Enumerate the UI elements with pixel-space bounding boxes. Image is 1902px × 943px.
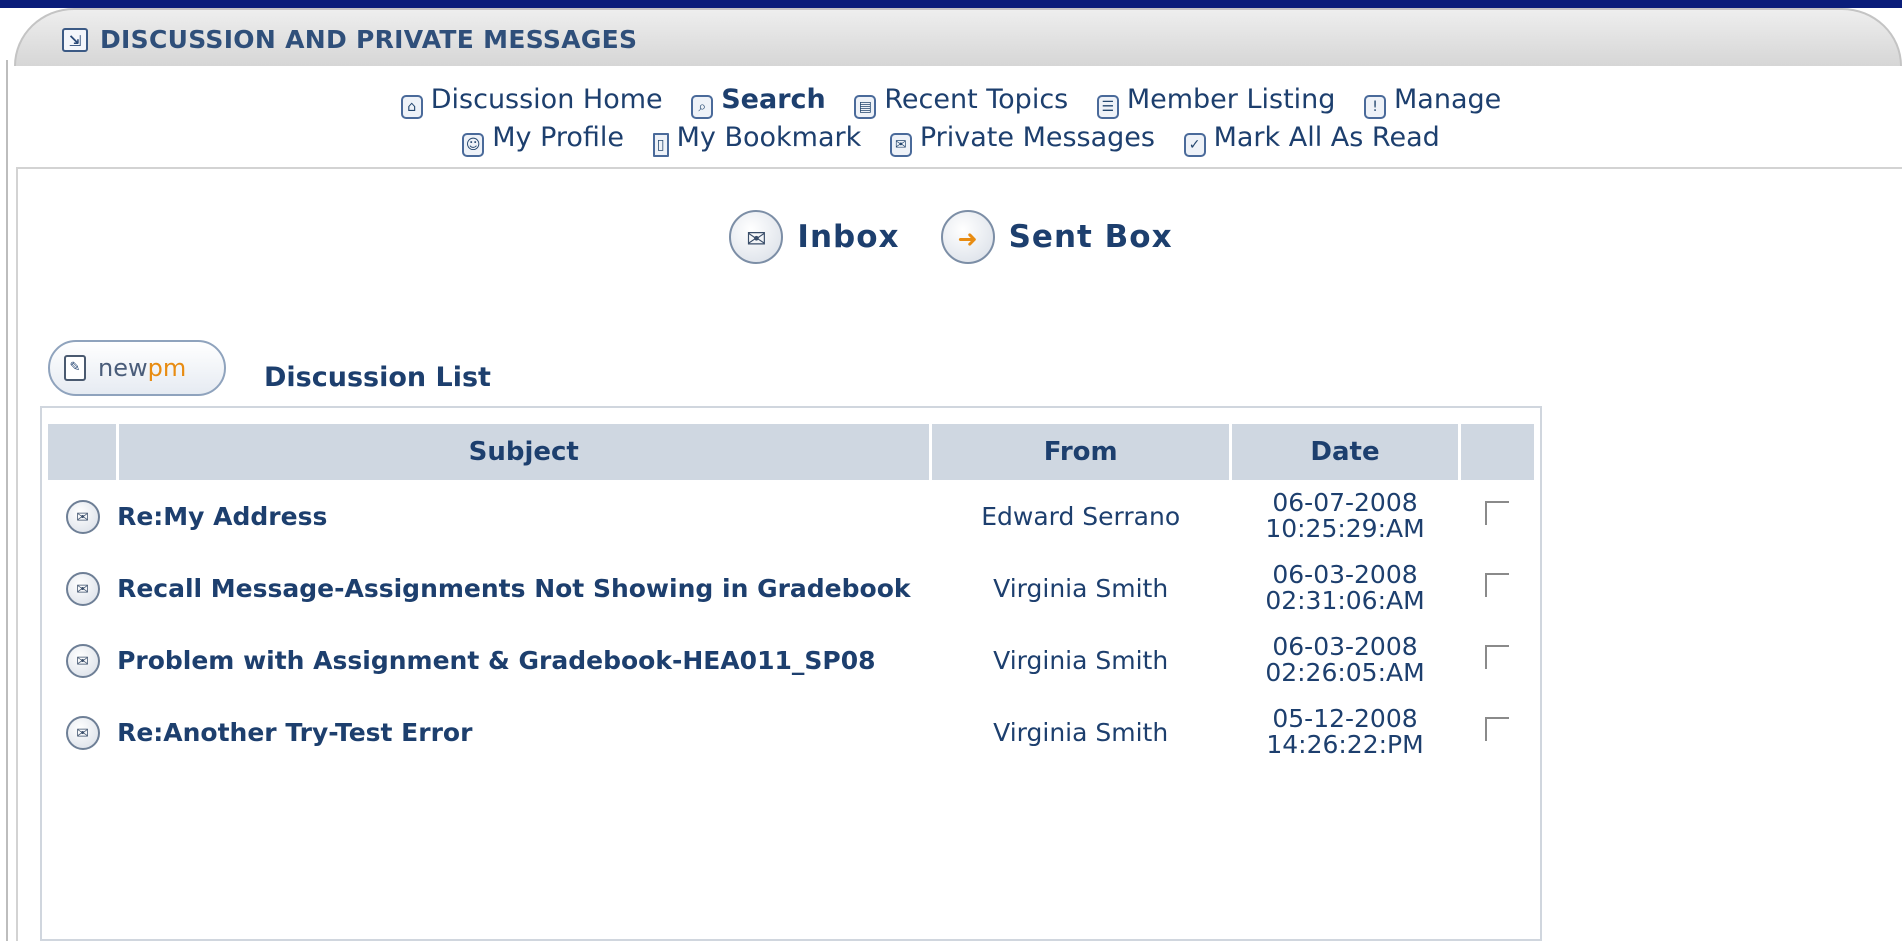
- message-subject-link[interactable]: Problem with Assignment & Gradebook-HEA0…: [117, 624, 930, 696]
- message-date-day: 05-12-2008: [1272, 704, 1418, 733]
- header-from[interactable]: From: [930, 424, 1233, 480]
- nav-label: Search: [721, 84, 826, 115]
- sent-box-label: Sent Box: [1008, 219, 1173, 255]
- message-from: Virginia Smith: [993, 717, 1169, 747]
- select-checkbox[interactable]: [1484, 501, 1509, 525]
- message-subject-link[interactable]: Recall Message-Assignments Not Showing i…: [117, 552, 930, 624]
- home-icon: ⌂: [400, 95, 423, 119]
- arrow-right-icon: ➜: [940, 210, 995, 264]
- checkmark-icon: ✓: [1183, 133, 1206, 157]
- nav-label: Private Messages: [919, 122, 1155, 153]
- member-list-icon: ☰: [1096, 95, 1119, 119]
- compose-icon: ✎: [64, 355, 86, 381]
- nav-member-listing[interactable]: ☰ Member Listing: [1096, 84, 1336, 119]
- message-date-day: 06-03-2008: [1272, 632, 1418, 661]
- discussion-list-title: Discussion List: [264, 362, 491, 393]
- message-date: 06-07-2008 10:25:29:AM: [1231, 480, 1459, 552]
- profile-icon: ☺: [462, 133, 485, 157]
- nav-row-2: ☺ My Profile ▯ My Bookmark ✉ Private Messag…: [0, 122, 1902, 157]
- message-date-time: 10:25:29:AM: [1265, 514, 1425, 543]
- message-from: Virginia Smith: [993, 645, 1169, 675]
- new-pm-label-pm: pm: [147, 354, 187, 382]
- message-subject-link[interactable]: Re:My Address: [117, 480, 930, 552]
- message-icon: ✉: [65, 643, 100, 678]
- inbox-label: Inbox: [797, 219, 900, 255]
- table-row: ✉ Re:Another Try-Test Error Virginia Smi…: [48, 696, 1534, 768]
- nav-label: Mark All As Read: [1213, 122, 1440, 153]
- table-row: ✉ Problem with Assignment & Gradebook-HE…: [48, 624, 1534, 696]
- message-date: 06-03-2008 02:31:06:AM: [1231, 552, 1459, 624]
- message-subject-link[interactable]: Re:Another Try-Test Error: [117, 696, 930, 768]
- select-checkbox[interactable]: [1484, 645, 1509, 669]
- message-icon: ✉: [65, 499, 100, 534]
- message-date-time: 02:26:05:AM: [1265, 658, 1425, 687]
- message-date-day: 06-03-2008: [1272, 560, 1418, 589]
- nav-label: Manage: [1394, 84, 1502, 115]
- message-date-time: 02:31:06:AM: [1265, 586, 1425, 615]
- new-pm-label: newpm: [98, 342, 186, 394]
- message-from: Edward Serrano: [981, 501, 1181, 531]
- nav-label: Recent Topics: [884, 84, 1069, 115]
- nav-search[interactable]: ⌕ Search: [691, 84, 826, 119]
- nav-private-messages[interactable]: ✉ Private Messages: [889, 122, 1155, 157]
- header-select: [1459, 424, 1534, 480]
- new-pm-label-new: new: [98, 354, 148, 382]
- message-from: Virginia Smith: [993, 573, 1169, 603]
- header-subject[interactable]: Subject: [117, 424, 932, 480]
- nav-label: Discussion Home: [430, 84, 663, 115]
- manage-icon: !: [1364, 95, 1387, 119]
- nav-recent-topics[interactable]: ▤ Recent Topics: [854, 84, 1068, 119]
- top-strip: [0, 0, 1902, 8]
- nav-my-profile[interactable]: ☺ My Profile: [462, 122, 624, 157]
- select-checkbox[interactable]: [1484, 573, 1509, 597]
- message-date: 05-12-2008 14:26:22:PM: [1231, 696, 1459, 768]
- nav-label: My Bookmark: [676, 122, 862, 153]
- table-row: ✉ Recall Message-Assignments Not Showing…: [48, 552, 1534, 624]
- collapse-icon[interactable]: ⇲: [62, 28, 88, 52]
- nav-row-1: ⌂ Discussion Home ⌕ Search ▤ Recent Topics …: [0, 84, 1902, 119]
- select-checkbox[interactable]: [1484, 717, 1509, 741]
- nav-mark-all-read[interactable]: ✓ Mark All As Read: [1183, 122, 1440, 157]
- recent-topics-icon: ▤: [854, 95, 877, 119]
- left-border: [6, 60, 8, 941]
- header-date[interactable]: Date: [1230, 424, 1461, 480]
- message-icon: ✉: [65, 571, 100, 606]
- messages-table: Subject From Date ✉ Re:My Address Edward…: [48, 424, 1534, 768]
- message-date-time: 14:26:22:PM: [1266, 730, 1424, 759]
- inbox-icon: ✉: [729, 210, 784, 264]
- header-icon-col: [48, 424, 119, 480]
- sent-box-button[interactable]: ➜ Sent Box: [940, 210, 1173, 264]
- table-header-row: Subject From Date: [48, 424, 1534, 480]
- message-icon: ✉: [65, 715, 100, 750]
- nav-manage[interactable]: ! Manage: [1364, 84, 1501, 119]
- panel-title: DISCUSSION AND PRIVATE MESSAGES: [100, 25, 638, 54]
- bookmark-icon: ▯: [652, 133, 669, 157]
- content-left-border: [16, 167, 18, 941]
- table-row: ✉ Re:My Address Edward Serrano 06-07-200…: [48, 480, 1534, 552]
- nav-label: Member Listing: [1126, 84, 1336, 115]
- nav-discussion-home[interactable]: ⌂ Discussion Home: [400, 84, 663, 119]
- nav-label: My Profile: [492, 122, 625, 153]
- message-date-day: 06-07-2008: [1272, 488, 1418, 517]
- new-pm-button[interactable]: ✎ newpm: [48, 340, 226, 396]
- nav-my-bookmark[interactable]: ▯ My Bookmark: [652, 122, 862, 157]
- search-icon: ⌕: [691, 95, 714, 119]
- private-messages-icon: ✉: [889, 133, 912, 157]
- inbox-button[interactable]: ✉ Inbox: [729, 210, 899, 264]
- panel-titlebar: ⇲ DISCUSSION AND PRIVATE MESSAGES: [14, 8, 1902, 66]
- mailbox-switcher: ✉ Inbox ➜ Sent Box: [0, 210, 1902, 264]
- message-date: 06-03-2008 02:26:05:AM: [1231, 624, 1459, 696]
